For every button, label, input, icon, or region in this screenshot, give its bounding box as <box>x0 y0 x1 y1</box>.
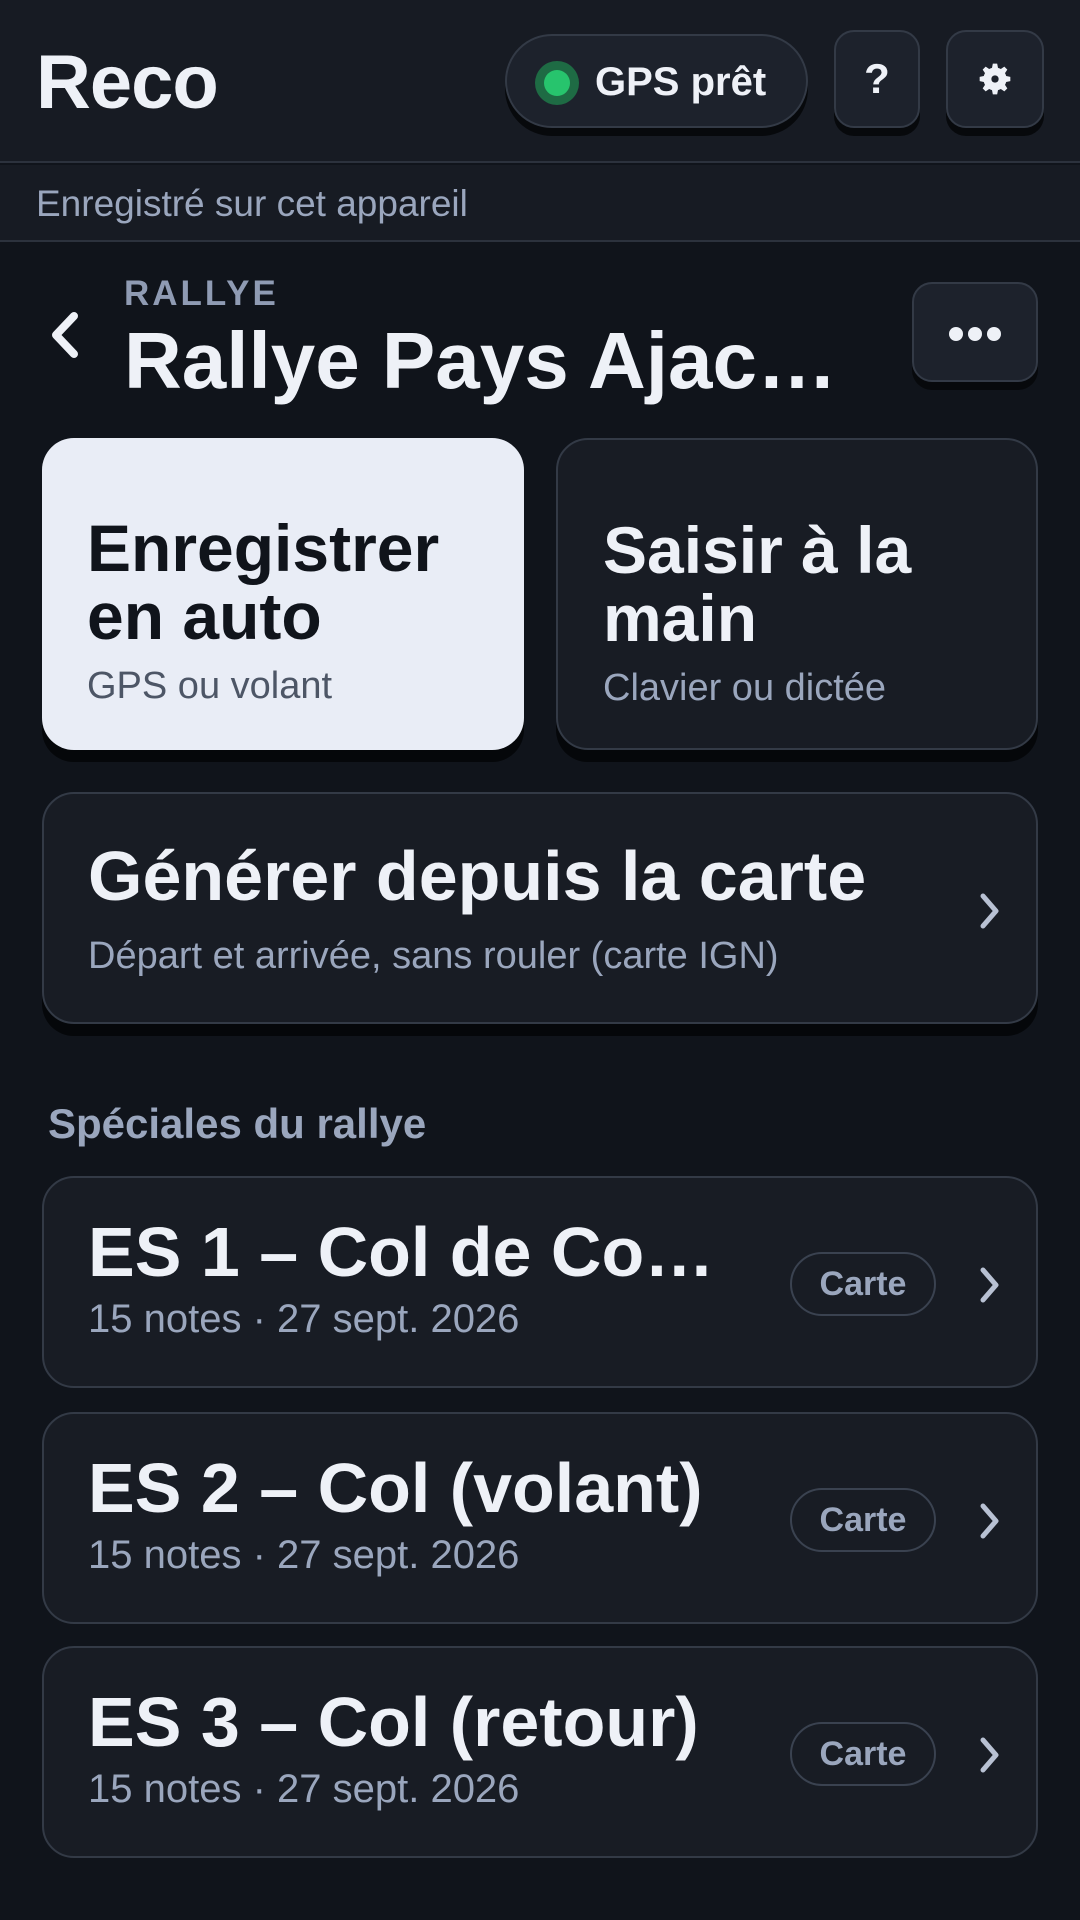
gear-icon <box>979 63 1011 95</box>
stage-map-badge[interactable]: Carte <box>790 1252 936 1316</box>
rally-title: Rallye Pays Ajaccien <box>124 316 874 405</box>
gps-status-dot-icon <box>535 61 579 105</box>
chevron-right-icon <box>980 1267 999 1303</box>
app-title: Reco <box>36 40 219 125</box>
storage-note-bar: Enregistré sur cet appareil <box>0 165 1080 242</box>
settings-button[interactable] <box>946 30 1044 128</box>
stage-meta: 15 notes · 27 sept. 2026 <box>88 1533 520 1577</box>
stage-title: ES 3 – Col (retour) <box>88 1683 699 1761</box>
chevron-right-icon <box>980 1503 999 1539</box>
gps-status-pill[interactable]: GPS prêt <box>505 34 808 128</box>
more-horizontal-icon <box>949 327 1001 341</box>
record-auto-button[interactable]: Enregistrer en auto GPS ou volant <box>42 438 524 750</box>
more-options-button[interactable] <box>912 282 1038 382</box>
generate-from-map-button[interactable]: Générer depuis la carte Départ et arrivé… <box>42 792 1038 1024</box>
rally-eyebrow: RALLYE <box>124 274 279 313</box>
stage-item[interactable]: ES 2 – Col (volant) 15 notes · 27 sept. … <box>42 1412 1038 1624</box>
generate-from-map-subtitle: Départ et arrivée, sans rouler (carte IG… <box>88 935 779 977</box>
stage-item[interactable]: ES 1 – Col de Cortone 15 notes · 27 sept… <box>42 1176 1038 1388</box>
stage-item[interactable]: ES 3 – Col (retour) 15 notes · 27 sept. … <box>42 1646 1038 1858</box>
chevron-left-icon <box>52 312 78 358</box>
record-auto-title: Enregistrer en auto <box>87 511 440 653</box>
chevron-right-icon <box>980 893 999 929</box>
gps-status-label: GPS prêt <box>595 60 767 104</box>
generate-from-map-title: Générer depuis la carte <box>88 837 867 915</box>
manual-entry-button[interactable]: Saisir à la main Clavier ou dictée <box>556 438 1038 750</box>
storage-note: Enregistré sur cet appareil <box>36 183 468 224</box>
chevron-right-icon <box>980 1737 999 1773</box>
stage-title: ES 1 – Col de Cortone <box>88 1213 728 1291</box>
stages-section-title: Spéciales du rallye <box>48 1100 427 1147</box>
stage-map-badge[interactable]: Carte <box>790 1488 936 1552</box>
help-button[interactable]: ? <box>834 30 920 128</box>
back-button[interactable] <box>40 300 90 370</box>
stage-meta: 15 notes · 27 sept. 2026 <box>88 1297 520 1341</box>
top-bar: Reco GPS prêt ? <box>0 0 1080 163</box>
stage-title: ES 2 – Col (volant) <box>88 1449 703 1527</box>
manual-entry-subtitle: Clavier ou dictée <box>603 667 887 709</box>
stage-meta: 15 notes · 27 sept. 2026 <box>88 1767 520 1811</box>
stage-map-badge[interactable]: Carte <box>790 1722 936 1786</box>
manual-entry-title: Saisir à la main <box>603 513 912 655</box>
help-label: ? <box>864 55 890 102</box>
record-auto-subtitle: GPS ou volant <box>87 665 333 707</box>
